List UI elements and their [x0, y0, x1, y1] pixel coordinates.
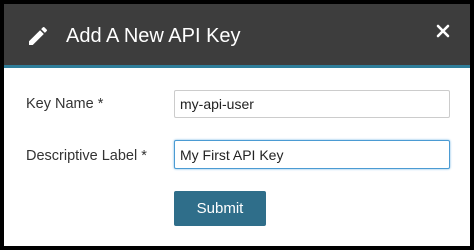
- dialog-title: Add A New API Key: [66, 25, 241, 47]
- submit-button[interactable]: Submit: [174, 191, 266, 226]
- pencil-icon: [26, 24, 50, 48]
- key-name-input[interactable]: [174, 90, 450, 118]
- descriptive-label-label: Descriptive Label *: [26, 148, 147, 164]
- key-name-label: Key Name *: [26, 96, 104, 112]
- add-api-key-dialog: Add A New API Key Key Name * Descriptive…: [4, 4, 470, 246]
- close-icon[interactable]: [436, 24, 450, 38]
- dialog-header: Add A New API Key: [4, 4, 470, 68]
- descriptive-label-input[interactable]: [174, 140, 450, 169]
